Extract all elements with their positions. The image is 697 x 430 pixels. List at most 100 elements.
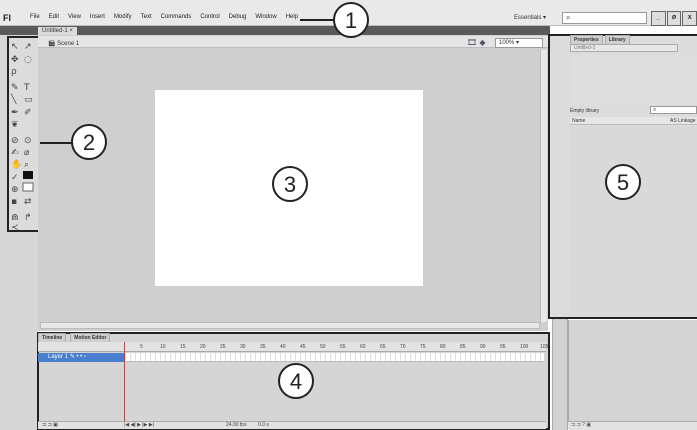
app-logo: Fl [3, 13, 11, 23]
svg-text:↖: ↖ [11, 42, 19, 52]
horizontal-scrollbar[interactable] [40, 322, 540, 329]
callout-2: 2 [71, 124, 107, 160]
new-symbol-icon[interactable]: ⊐ ⊐ ? ▣ [571, 422, 591, 428]
svg-text:✍: ✍ [11, 148, 19, 158]
svg-text:↗: ↗ [24, 42, 32, 52]
document-tab-strip: Untitled-1 × [0, 26, 550, 35]
frame-number: 5 [140, 344, 143, 350]
close-button[interactable]: x [682, 11, 697, 26]
menu-edit[interactable]: Edit [49, 14, 59, 20]
frame-number: 90 [480, 344, 486, 350]
frame-number: 30 [240, 344, 246, 350]
callout-4: 4 [278, 363, 314, 399]
svg-text:▭: ▭ [24, 95, 33, 105]
callout-5: 5 [605, 164, 641, 200]
restore-button[interactable]: ø [666, 11, 682, 26]
menu-commands[interactable]: Commands [161, 14, 192, 20]
layer-row[interactable]: Layer 1 ✎ • • ▫ [38, 353, 124, 362]
scene-label: Scene 1 [57, 41, 80, 47]
playhead[interactable] [124, 342, 125, 422]
frame-number: 55 [340, 344, 346, 350]
svg-text:✓: ✓ [11, 173, 19, 183]
library-preview [570, 55, 697, 105]
library-columns: Name AS Linkage [570, 117, 697, 125]
svg-text:⌕: ⌕ [24, 160, 29, 170]
menu-help[interactable]: Help [286, 14, 298, 20]
menu-modify[interactable]: Modify [114, 14, 132, 20]
frame-numbers: 5 10 15 20 25 30 35 40 45 50 55 60 65 70… [140, 344, 560, 350]
search-icon: ⌕ [653, 107, 657, 113]
zoom-value: 100% [499, 40, 515, 46]
playback-controls[interactable]: |◀ ◀| ▶ |▶ ▶| [124, 422, 154, 428]
timeline-footer: ⊐ ⊐ ▣ |◀ ◀| ▶ |▶ ▶| 24.00 fps 0.0 s [38, 421, 546, 429]
frame-number: 70 [400, 344, 406, 350]
document-tab[interactable]: Untitled-1 × [38, 27, 77, 35]
panel-lower-area [568, 320, 697, 430]
svg-text:↱: ↱ [24, 213, 32, 223]
svg-text:≺: ≺ [11, 223, 19, 230]
close-tab-icon[interactable]: × [69, 28, 73, 34]
frame-number: 100 [520, 344, 529, 350]
library-search-input[interactable]: ⌕ [650, 106, 697, 114]
svg-text:✋: ✋ [11, 158, 22, 170]
frame-number: 50 [320, 344, 326, 350]
frames-row[interactable] [126, 353, 544, 362]
menu-control[interactable]: Control [200, 14, 219, 20]
help-search-input[interactable]: ⌕ [562, 12, 647, 24]
callout-line [300, 19, 334, 21]
menu-debug[interactable]: Debug [229, 14, 247, 20]
svg-text:T: T [23, 83, 30, 93]
frame-number: 45 [300, 344, 306, 350]
layer-name: Layer 1 [48, 354, 69, 360]
frame-number: 60 [360, 344, 366, 350]
tools-panel: ↖ ↗ ✥ ◌ ρ ✎ T ╲ ▭ ✒ ✐ ❦ ⊘ ⊙ ✍ ⌀ ✋ ⌕ ✓ ⊕ ▪ ⇄ ⋒ ↱ ≺ [7, 36, 40, 233]
svg-text:❦: ❦ [11, 120, 19, 130]
svg-text:✐: ✐ [24, 108, 32, 118]
svg-text:⊘: ⊘ [11, 136, 19, 146]
new-layer-icon[interactable]: ⊐ ⊐ ▣ [42, 422, 58, 428]
pencil-icon: ✎ • • ▫ [69, 354, 87, 360]
column-name[interactable]: Name [572, 118, 585, 124]
library-document-select[interactable]: Untitled-1 [570, 44, 678, 52]
menu-window[interactable]: Window [255, 14, 276, 20]
menu-view[interactable]: View [68, 14, 81, 20]
svg-text:✥: ✥ [11, 55, 19, 65]
empty-library-text: Empty library [570, 108, 600, 114]
fps-readout[interactable]: 24.00 fps [226, 422, 247, 428]
frame-number: 25 [220, 344, 226, 350]
svg-text:⊙: ⊙ [24, 136, 32, 146]
window-controls: _ ø x [651, 11, 697, 26]
svg-text:◌: ◌ [24, 55, 32, 65]
frame-number: 95 [500, 344, 506, 350]
svg-text:⊕: ⊕ [11, 185, 19, 195]
library-document-value: Untitled-1 [574, 45, 596, 51]
scene-breadcrumb[interactable]: 🎬 Scene 1 [48, 40, 79, 47]
menu-file[interactable]: File [30, 14, 40, 20]
library-footer: ⊐ ⊐ ? ▣ [568, 421, 697, 430]
edit-symbols-icon[interactable]: 🎞 ◆ [467, 38, 486, 47]
time-readout: 0.0 s [258, 422, 269, 428]
vertical-scrollbar[interactable] [540, 50, 547, 322]
column-as-linkage[interactable]: AS Linkage [670, 118, 696, 124]
library-list [570, 126, 697, 316]
frame-number: 40 [280, 344, 286, 350]
callout-line [40, 142, 72, 144]
svg-text:✎: ✎ [11, 83, 19, 93]
tool-icons[interactable]: ↖ ↗ ✥ ◌ ρ ✎ T ╲ ▭ ✒ ✐ ❦ ⊘ ⊙ ✍ ⌀ ✋ ⌕ ✓ ⊕ ▪ ⇄ ⋒ ↱ ≺ [9, 38, 38, 233]
frame-number: 80 [440, 344, 446, 350]
svg-text:⇄: ⇄ [24, 197, 32, 207]
zoom-select[interactable]: 100% ▾ [495, 38, 543, 48]
callout-3: 3 [272, 166, 308, 202]
frame-number: 75 [420, 344, 426, 350]
frame-number: 35 [260, 344, 266, 350]
workspace-switcher[interactable]: Essentials ▾ [514, 14, 546, 21]
frame-number: 65 [380, 344, 386, 350]
svg-text:▪: ▪ [11, 197, 17, 207]
frame-number: 10 [160, 344, 166, 350]
menu-items: File Edit View Insert Modify Text Comman… [30, 14, 298, 20]
menu-text[interactable]: Text [141, 14, 152, 20]
minimize-button[interactable]: _ [651, 11, 666, 26]
svg-text:╲: ╲ [10, 93, 17, 105]
document-tab-label: Untitled-1 [42, 28, 68, 34]
menu-insert[interactable]: Insert [90, 14, 105, 20]
